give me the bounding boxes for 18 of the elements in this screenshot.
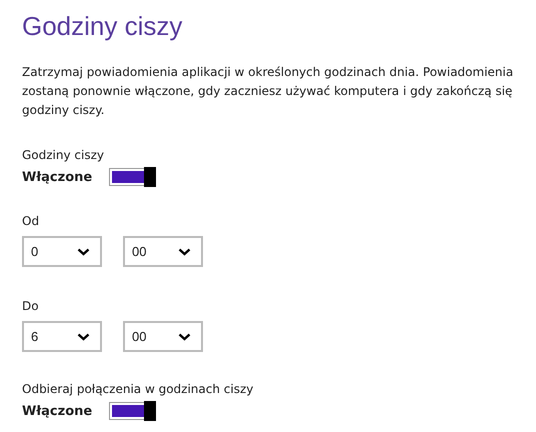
description-text: Zatrzymaj powiadomienia aplikacji w określonych godzinach dnia. Powiadomienia zostaną ponownie włączone, gdy zaczniesz używać komputera i gdy zakończą się godziny ciszy. [22,64,514,119]
hour-dropdown[interactable]: 0 [22,236,102,267]
chevron-down-icon [178,332,191,340]
setting-label: Odbieraj połączenia w godzinach ciszy [22,381,254,398]
setting-label: Od [22,213,40,230]
hour-dropdown[interactable]: 6 [22,321,102,352]
minute-dropdown[interactable]: 00 [123,236,203,267]
chevron-down-icon [178,248,191,256]
chevron-down-icon [77,332,90,340]
toggle-state-text: Włączone [22,404,94,418]
minute-dropdown[interactable]: 00 [123,321,203,352]
chevron-down-icon [77,248,90,256]
page-title: Godziny ciszy [22,10,184,43]
setting-label: Do [22,298,39,315]
toggle-switch[interactable] [109,402,156,420]
toggle-state-text: Włączone [22,170,94,184]
setting-label: Godziny ciszy [22,147,104,164]
toggle-switch[interactable] [109,168,156,186]
